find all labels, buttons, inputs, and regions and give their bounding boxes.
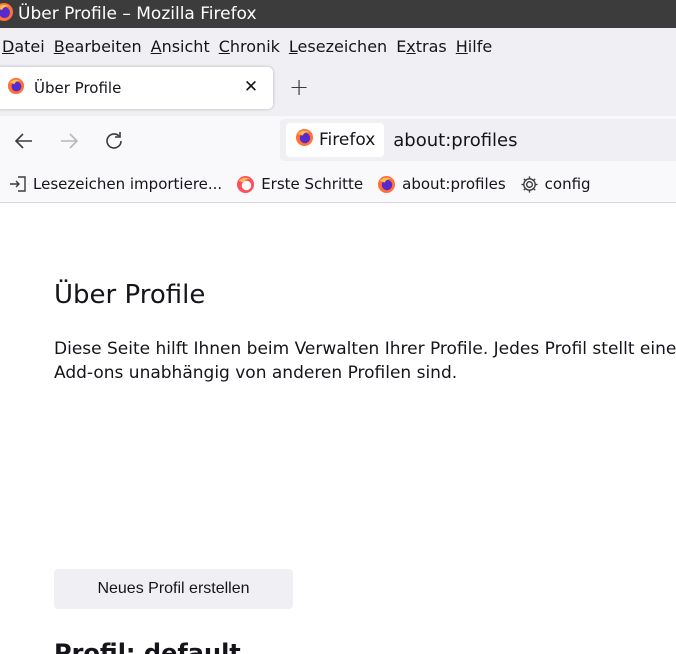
navigation-toolbar: Firefox about:profiles bbox=[0, 116, 676, 166]
menu-chronik[interactable]: Chronik bbox=[217, 37, 287, 56]
bookmark-erste-schritte[interactable]: Erste Schritte bbox=[236, 175, 363, 194]
firefox-icon bbox=[377, 175, 396, 194]
bookmarks-toolbar: Lesezeichen importiere... Erste Schritte… bbox=[0, 166, 676, 203]
import-icon bbox=[9, 175, 27, 193]
window-title: Über Profile – Mozilla Firefox bbox=[18, 4, 257, 24]
identity-box[interactable]: Firefox bbox=[286, 123, 385, 157]
menu-ansicht[interactable]: Ansicht bbox=[149, 37, 217, 56]
page-content: Über Profile Diese Seite hilft Ihnen bei… bbox=[0, 203, 676, 654]
profile-heading: Profil: default bbox=[54, 639, 241, 654]
menu-bearbeiten[interactable]: Bearbeiten bbox=[52, 37, 149, 56]
menu-extras[interactable]: Extras bbox=[394, 37, 454, 56]
url-text[interactable]: about:profiles bbox=[393, 130, 517, 151]
menu-datei[interactable]: Datei bbox=[0, 37, 52, 56]
bookmark-config[interactable]: config bbox=[520, 175, 591, 194]
firefox-getting-started-icon bbox=[236, 175, 255, 194]
back-arrow-icon[interactable] bbox=[12, 129, 36, 153]
firefox-logo-icon bbox=[295, 128, 314, 152]
bookmark-import[interactable]: Lesezeichen importiere... bbox=[9, 175, 222, 193]
menu-hilfe[interactable]: Hilfe bbox=[454, 37, 499, 56]
tab-about-profiles[interactable]: Über Profile ✕ bbox=[0, 67, 273, 109]
tab-label: Über Profile bbox=[34, 79, 122, 97]
reload-icon[interactable] bbox=[102, 129, 126, 153]
menu-bar: Datei Bearbeiten Ansicht Chronik Lesezei… bbox=[0, 28, 676, 64]
identity-label: Firefox bbox=[319, 130, 376, 150]
gear-icon bbox=[520, 175, 539, 194]
forward-arrow-icon[interactable] bbox=[57, 129, 81, 153]
window-titlebar: Über Profile – Mozilla Firefox bbox=[0, 0, 676, 28]
firefox-logo-icon bbox=[0, 2, 14, 27]
page-title: Über Profile bbox=[54, 280, 206, 310]
page-description: Diese Seite hilft Ihnen beim Verwalten I… bbox=[54, 339, 676, 383]
url-bar[interactable]: Firefox about:profiles bbox=[280, 119, 676, 161]
bookmark-about-profiles[interactable]: about:profiles bbox=[377, 175, 506, 194]
create-profile-button[interactable]: Neues Profil erstellen bbox=[54, 569, 293, 609]
new-tab-button[interactable]: + bbox=[287, 75, 311, 100]
tab-strip: Über Profile ✕ + bbox=[0, 64, 676, 116]
close-tab-icon[interactable]: ✕ bbox=[241, 77, 261, 97]
firefox-favicon-icon bbox=[7, 77, 25, 99]
menu-lesezeichen[interactable]: Lesezeichen bbox=[287, 37, 394, 56]
